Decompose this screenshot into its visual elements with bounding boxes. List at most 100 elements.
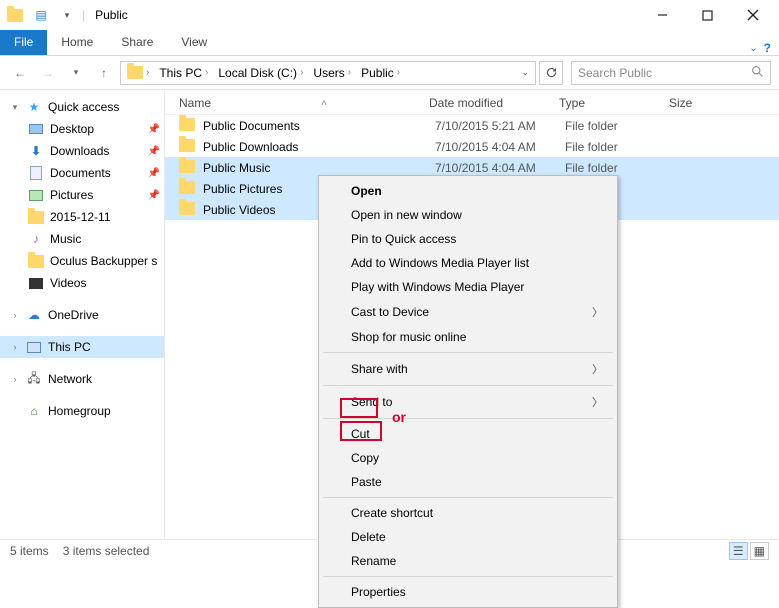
file-name: Public Documents (203, 119, 435, 133)
network-icon: 🖧 (26, 371, 42, 387)
tab-view[interactable]: View (167, 30, 221, 55)
breadcrumb[interactable]: This PC › (155, 64, 212, 82)
address-bar[interactable]: › This PC › Local Disk (C:) › Users › Pu… (120, 61, 536, 85)
folder-icon (179, 181, 197, 197)
help-icon[interactable]: ? (764, 41, 771, 55)
forward-button[interactable]: → (36, 61, 60, 85)
context-menu-label: Open (351, 184, 382, 198)
recent-dropdown-icon[interactable]: ▾ (64, 61, 88, 85)
large-icons-view-icon[interactable]: ▦ (750, 542, 769, 560)
folder-icon (179, 139, 197, 155)
sidebar-item-folder[interactable]: 2015-12-11 (0, 206, 164, 228)
context-menu-separator (323, 418, 613, 419)
homegroup-icon: ⌂ (26, 403, 42, 419)
address-dropdown-icon[interactable]: ⌄ (517, 67, 533, 78)
chevron-right-icon: 〉 (592, 361, 603, 377)
sidebar-item-pictures[interactable]: Pictures📌 (0, 184, 164, 206)
context-menu-label: Properties (351, 585, 406, 599)
context-menu-item[interactable]: Copy (321, 446, 615, 470)
context-menu-separator (323, 576, 613, 577)
maximize-button[interactable] (685, 1, 730, 29)
tab-share[interactable]: Share (107, 30, 167, 55)
folder-icon (179, 160, 197, 176)
context-menu-label: Add to Windows Media Player list (351, 256, 529, 270)
tab-file[interactable]: File (0, 30, 47, 55)
title-bar: ▤ ▾ | Public (0, 0, 779, 30)
context-menu-item[interactable]: Properties (321, 580, 615, 604)
music-icon: ♪ (28, 231, 44, 247)
annotation-or-label: or (392, 409, 406, 425)
sidebar-this-pc[interactable]: ›This PC (0, 336, 164, 358)
context-menu-item[interactable]: Rename (321, 549, 615, 573)
sidebar-onedrive[interactable]: ›☁OneDrive (0, 304, 164, 326)
folder-icon (28, 209, 44, 225)
details-view-icon[interactable]: ☰ (729, 542, 748, 560)
column-date[interactable]: Date modified (429, 96, 559, 110)
context-menu-item[interactable]: Paste (321, 470, 615, 494)
sidebar-item-folder[interactable]: Oculus Backupper s (0, 250, 164, 272)
annotation-box-cut (340, 398, 378, 418)
breadcrumb-root-icon[interactable]: › (123, 64, 153, 81)
videos-icon (28, 275, 44, 291)
sidebar-item-desktop[interactable]: Desktop📌 (0, 118, 164, 140)
search-icon[interactable] (751, 65, 764, 81)
ribbon-tabs: File Home Share View ⌄ ? (0, 30, 779, 56)
table-row[interactable]: Public Documents7/10/2015 5:21 AMFile fo… (165, 115, 779, 136)
file-type: File folder (565, 119, 675, 133)
sidebar-homegroup[interactable]: ⌂Homegroup (0, 400, 164, 422)
table-row[interactable]: Public Downloads7/10/2015 4:04 AMFile fo… (165, 136, 779, 157)
context-menu-item[interactable]: Cast to Device〉 (321, 299, 615, 325)
pictures-icon (28, 187, 44, 203)
context-menu-label: Copy (351, 451, 379, 465)
context-menu-item[interactable]: Share with 〉 (321, 356, 615, 382)
context-menu-item[interactable]: Pin to Quick access (321, 227, 615, 251)
context-menu-separator (323, 385, 613, 386)
column-name[interactable]: Name˄ (179, 96, 429, 110)
sidebar-network[interactable]: ›🖧Network (0, 368, 164, 390)
sidebar-item-documents[interactable]: Documents📌 (0, 162, 164, 184)
context-menu-item[interactable]: Shop for music online (321, 325, 615, 349)
context-menu-separator (323, 497, 613, 498)
document-icon (28, 165, 44, 181)
refresh-button[interactable] (539, 61, 563, 85)
column-type[interactable]: Type (559, 96, 669, 110)
context-menu-label: Paste (351, 475, 382, 489)
file-type: File folder (565, 140, 675, 154)
search-placeholder: Search Public (578, 66, 652, 80)
context-menu-label: Delete (351, 530, 386, 544)
context-menu-label: Share with (351, 362, 408, 376)
breadcrumb[interactable]: Users › (309, 64, 355, 82)
file-date: 7/10/2015 4:04 AM (435, 161, 565, 175)
star-icon: ★ (26, 99, 42, 115)
close-button[interactable] (730, 1, 775, 29)
column-size[interactable]: Size (669, 96, 729, 110)
breadcrumb[interactable]: Public › (357, 64, 404, 82)
qat-properties-icon[interactable]: ▤ (30, 4, 52, 26)
column-headers: Name˄ Date modified Type Size (165, 90, 779, 115)
qat-dropdown-icon[interactable]: ▾ (56, 4, 78, 26)
up-button[interactable]: ↑ (92, 61, 116, 85)
context-menu-item[interactable]: Open in new window (321, 203, 615, 227)
pc-icon (26, 339, 42, 355)
file-date: 7/10/2015 4:04 AM (435, 140, 565, 154)
search-input[interactable]: Search Public (571, 61, 771, 85)
folder-icon (179, 118, 197, 134)
context-menu-item[interactable]: Open (321, 179, 615, 203)
context-menu-label: Cast to Device (351, 305, 429, 319)
sidebar-item-videos[interactable]: Videos (0, 272, 164, 294)
breadcrumb[interactable]: Local Disk (C:) › (214, 64, 307, 82)
cloud-icon: ☁ (26, 307, 42, 323)
context-menu-item[interactable]: Add to Windows Media Player list (321, 251, 615, 275)
sidebar-quick-access[interactable]: ▾★Quick access (0, 96, 164, 118)
minimize-button[interactable] (640, 1, 685, 29)
sidebar-item-downloads[interactable]: ⬇Downloads📌 (0, 140, 164, 162)
desktop-icon (28, 121, 44, 137)
tab-home[interactable]: Home (47, 30, 107, 55)
sidebar-item-music[interactable]: ♪Music (0, 228, 164, 250)
context-menu-item[interactable]: Create shortcut (321, 501, 615, 525)
context-menu-item[interactable]: Play with Windows Media Player (321, 275, 615, 299)
back-button[interactable]: ← (8, 61, 32, 85)
context-menu-item[interactable]: Delete (321, 525, 615, 549)
ribbon-expand-icon[interactable]: ⌄ (749, 43, 757, 54)
context-menu-label: Pin to Quick access (351, 232, 456, 246)
